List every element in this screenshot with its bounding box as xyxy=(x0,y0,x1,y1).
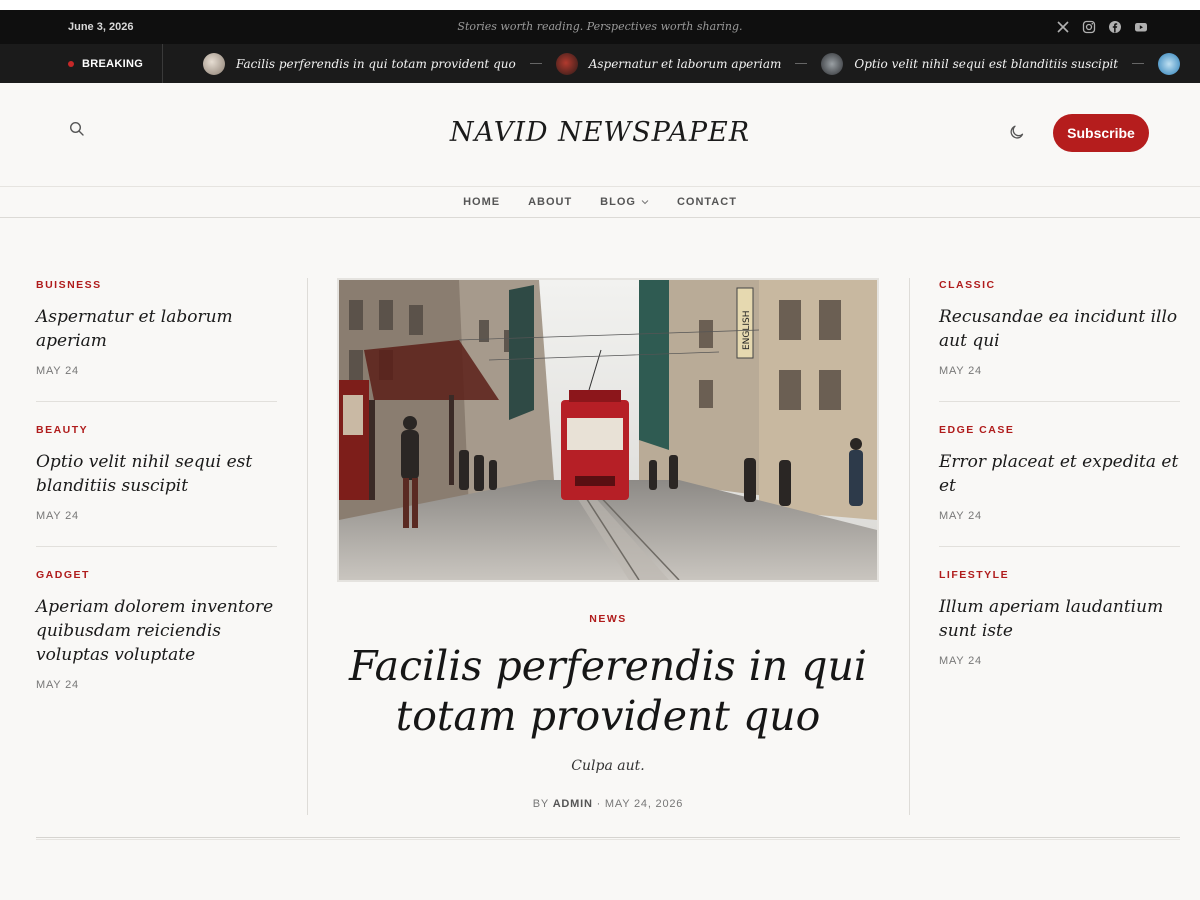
post-title[interactable]: Error placeat et expedita et et xyxy=(939,450,1180,498)
site-header: NAVID NEWSPAPER Subscribe xyxy=(0,83,1200,187)
post-date: MAY 24 xyxy=(36,365,79,377)
post-date: MAY 24 xyxy=(939,365,982,377)
post-card: GADGET Aperiam dolorem inventore quibusd… xyxy=(36,569,277,715)
left-post-list: BUISNESS Aspernatur et laborum aperiam M… xyxy=(36,276,277,737)
post-card: EDGE CASE Error placeat et expedita et e… xyxy=(939,424,1180,547)
post-date: MAY 24 xyxy=(939,510,982,522)
featured-excerpt: Culpa aut. xyxy=(571,758,645,774)
column-divider xyxy=(909,278,910,815)
breaking-label: BREAKING xyxy=(68,44,143,83)
nav-item-blog[interactable]: BLOG xyxy=(600,196,649,208)
x-icon[interactable] xyxy=(1056,20,1070,34)
main-navigation: HOME ABOUT BLOG CONTACT xyxy=(0,186,1200,218)
ticker-title: Aspernatur et laborum aperiam xyxy=(588,56,782,71)
author-link[interactable]: ADMIN xyxy=(553,798,593,810)
ticker-separator xyxy=(795,63,808,64)
live-dot-icon xyxy=(68,60,74,67)
post-title[interactable]: Illum aperiam laudantium sunt iste xyxy=(939,595,1180,643)
post-title[interactable]: Aspernatur et laborum aperiam xyxy=(36,305,277,353)
instagram-icon[interactable] xyxy=(1082,20,1096,34)
post-category[interactable]: CLASSIC xyxy=(939,279,1180,291)
breaking-ticker: Facilis perferendis in qui totam provide… xyxy=(203,44,1191,83)
post-date: MAY 24 xyxy=(36,679,79,691)
ticker-title: Facilis perferendis in qui totam provide… xyxy=(236,56,516,71)
post-date: MAY 24 xyxy=(36,510,79,522)
ticker-thumbnail xyxy=(203,52,225,75)
divider xyxy=(162,44,163,83)
featured-category[interactable]: NEWS xyxy=(308,613,908,625)
featured-meta: BY ADMIN · MAY 24, 2026 xyxy=(308,798,908,810)
nav-item-about[interactable]: ABOUT xyxy=(528,196,572,208)
ticker-separator xyxy=(1132,63,1145,64)
featured-image[interactable]: ENGLISH xyxy=(337,278,879,582)
post-card: LIFESTYLE Illum aperiam laudantium sunt … xyxy=(939,569,1180,691)
post-category[interactable]: EDGE CASE xyxy=(939,424,1180,436)
nav-item-contact[interactable]: CONTACT xyxy=(677,196,737,208)
post-category[interactable]: LIFESTYLE xyxy=(939,569,1180,581)
top-gap xyxy=(0,0,1200,10)
subscribe-button[interactable]: Subscribe xyxy=(1053,114,1149,152)
social-links xyxy=(1056,20,1148,34)
ticker-item[interactable]: Facilis perferendis in qui totam provide… xyxy=(203,52,556,75)
breaking-news-bar: BREAKING Facilis perferendis in qui tota… xyxy=(0,44,1200,83)
byline-prefix: BY xyxy=(532,798,549,810)
post-category[interactable]: BEAUTY xyxy=(36,424,277,436)
nav-label: HOME xyxy=(463,196,501,208)
street-tram-photo: ENGLISH xyxy=(339,280,877,580)
featured-title[interactable]: Facilis perferendis in qui totam provide… xyxy=(348,641,868,741)
ticker-title: Optio velit nihil sequi est blanditiis s… xyxy=(854,56,1119,71)
ticker-item[interactable]: Optio velit nihil sequi est blanditiis s… xyxy=(821,52,1158,75)
post-card: BEAUTY Optio velit nihil sequi est bland… xyxy=(36,424,277,547)
nav-item-home[interactable]: HOME xyxy=(463,196,500,208)
facebook-icon[interactable] xyxy=(1108,20,1122,34)
breaking-label-text: BREAKING xyxy=(82,57,144,70)
nav-label: CONTACT xyxy=(676,196,737,208)
post-title[interactable]: Recusandae ea incidunt illo aut qui xyxy=(939,305,1180,353)
column-divider xyxy=(307,278,308,815)
ticker-thumbnail xyxy=(821,52,844,75)
top-bar: June 3, 2026 Stories worth reading. Pers… xyxy=(0,10,1200,44)
ticker-thumbnail xyxy=(1158,52,1181,75)
post-card: BUISNESS Aspernatur et laborum aperiam M… xyxy=(36,279,277,402)
chevron-down-icon xyxy=(641,200,649,205)
site-tagline: Stories worth reading. Perspectives wort… xyxy=(457,20,743,33)
nav-label: BLOG xyxy=(600,196,636,208)
post-title[interactable]: Aperiam dolorem inventore quibusdam reic… xyxy=(36,595,277,667)
post-category[interactable]: GADGET xyxy=(36,569,277,581)
publish-date: · MAY 24, 2026 xyxy=(596,798,684,810)
ticker-item[interactable]: Aspernatur et laborum aperiam xyxy=(555,52,822,75)
ticker-thumbnail xyxy=(555,52,578,75)
post-title[interactable]: Optio velit nihil sequi est blanditiis s… xyxy=(36,450,277,498)
post-card: CLASSIC Recusandae ea incidunt illo aut … xyxy=(939,279,1180,402)
dark-mode-toggle-icon[interactable] xyxy=(1007,124,1025,142)
post-date: MAY 24 xyxy=(939,655,982,667)
ticker-separator xyxy=(529,63,542,64)
youtube-icon[interactable] xyxy=(1134,20,1148,34)
nav-label: ABOUT xyxy=(528,196,573,208)
section-divider xyxy=(36,837,1180,840)
ticker-item[interactable] xyxy=(1158,52,1191,75)
post-category[interactable]: BUISNESS xyxy=(36,279,277,291)
right-post-list: CLASSIC Recusandae ea incidunt illo aut … xyxy=(939,276,1180,713)
